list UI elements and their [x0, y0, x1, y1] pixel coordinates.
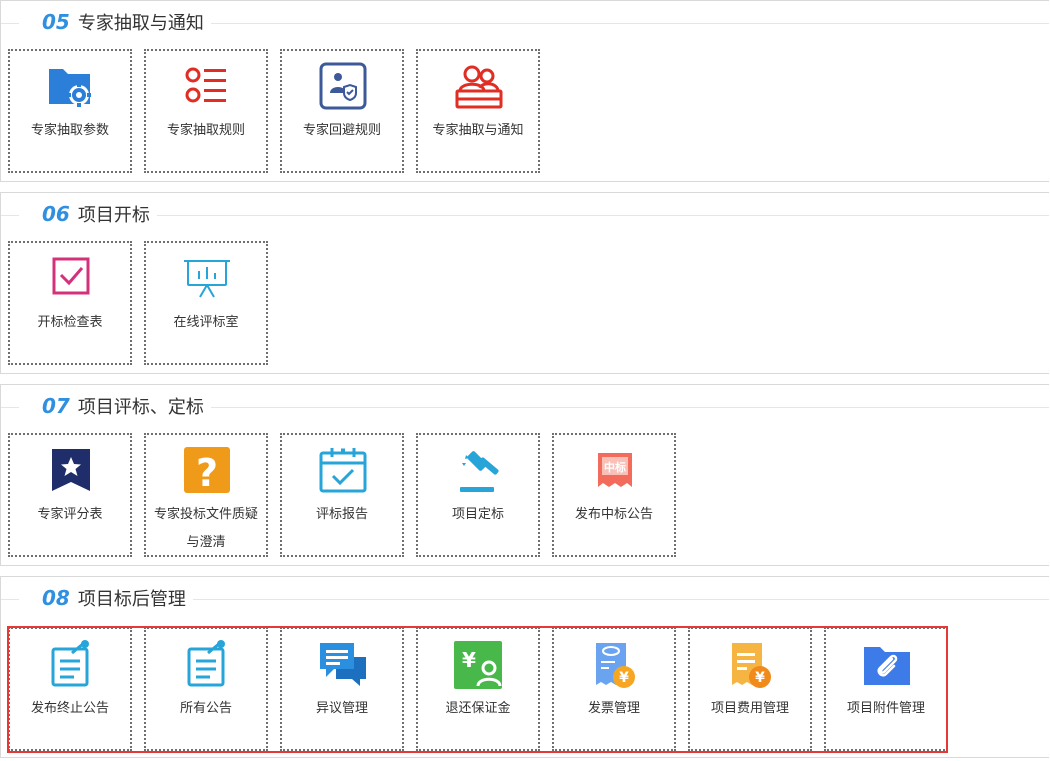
chat-bubbles-icon [316, 639, 370, 693]
tile-label: 在线评标室 [173, 315, 239, 330]
section-header: 08 项目标后管理 [1, 577, 1049, 611]
tile-project-fee-management[interactable]: ¥ 项目费用管理 [688, 627, 812, 751]
tile-invoice-management[interactable]: ¥ 发票管理 [552, 627, 676, 751]
tile-evaluation-report[interactable]: 评标报告 [280, 433, 404, 557]
tile-label: 项目附件管理 [846, 701, 925, 716]
section-evaluation-award: 07 项目评标、定标 专家评分表 ? 专家投标文件质疑与澄清 评标报告 项目定标 … [0, 384, 1049, 566]
deposit-yen-icon: ¥ [452, 639, 506, 693]
tile-online-evaluation-room[interactable]: 在线评标室 [144, 241, 268, 365]
section-title: 项目评标、定标 [77, 397, 204, 418]
gavel-icon [452, 445, 506, 499]
tile-bid-opening-checklist[interactable]: 开标检查表 [8, 241, 132, 365]
svg-text:¥: ¥ [755, 670, 765, 686]
presentation-board-icon [180, 253, 234, 307]
tile-expert-selection-notice[interactable]: 专家抽取与通知 [416, 49, 540, 173]
section-header: 05 专家抽取与通知 [1, 1, 1049, 35]
tile-project-attachment-management[interactable]: 项目附件管理 [824, 627, 948, 751]
tile-label: 项目定标 [451, 507, 504, 522]
star-bookmark-icon [44, 445, 98, 499]
notice-list-icon [180, 639, 234, 693]
tile-project-award[interactable]: 项目定标 [416, 433, 540, 557]
section-number: 07 [42, 394, 70, 418]
section-post-award-management: 08 项目标后管理 发布终止公告 所有公告 异议管理 ¥ 退还保证金 ¥ 发票管理… [0, 576, 1049, 758]
svg-text:¥: ¥ [619, 670, 629, 686]
tile-publish-termination-notice[interactable]: 发布终止公告 [8, 627, 132, 751]
tile-label: 专家抽取与通知 [432, 123, 524, 138]
tile-expert-selection-params[interactable]: 专家抽取参数 [8, 49, 132, 173]
section-title: 项目开标 [77, 205, 150, 226]
folder-gear-icon [44, 61, 98, 115]
tile-deposit-refund[interactable]: ¥ 退还保证金 [416, 627, 540, 751]
section-number: 08 [42, 586, 70, 610]
section-number: 05 [42, 10, 70, 34]
svg-text:¥: ¥ [462, 648, 476, 672]
checkbox-icon [44, 253, 98, 307]
award-badge-text: 中标 [604, 460, 626, 474]
list-icon [180, 61, 234, 115]
attachment-folder-icon [860, 639, 914, 693]
tile-label: 所有公告 [179, 701, 232, 716]
section-title: 项目标后管理 [77, 589, 186, 610]
tile-objection-management[interactable]: 异议管理 [280, 627, 404, 751]
tile-label: 专家投标文件质疑与澄清 [153, 507, 258, 550]
tile-label: 发布中标公告 [574, 507, 653, 522]
calendar-check-icon [316, 445, 370, 499]
section-header: 06 项目开标 [1, 193, 1049, 227]
award-ribbon-icon: 中标 [588, 445, 642, 499]
tile-expert-recusal-rules[interactable]: 专家回避规则 [280, 49, 404, 173]
section-bid-opening: 06 项目开标 开标检查表 在线评标室 [0, 192, 1049, 374]
notice-edit-icon [44, 639, 98, 693]
tile-label: 退还保证金 [445, 701, 511, 716]
tile-label: 评标报告 [315, 507, 368, 522]
section-expert-selection: 05 专家抽取与通知 专家抽取参数 专家抽取规则 专家回避规则 专家抽取与通知 [0, 0, 1049, 182]
tile-label: 专家评分表 [37, 507, 103, 522]
section-header: 07 项目评标、定标 [1, 385, 1049, 419]
question-icon: ? [180, 445, 234, 499]
fee-receipt-icon: ¥ [724, 639, 778, 693]
tile-label: 专家回避规则 [302, 123, 381, 138]
tile-label: 异议管理 [315, 701, 368, 716]
tile-label: 项目费用管理 [710, 701, 789, 716]
tile-expert-selection-rules[interactable]: 专家抽取规则 [144, 49, 268, 173]
tile-publish-award-notice[interactable]: 中标 发布中标公告 [552, 433, 676, 557]
tile-label: 发票管理 [587, 701, 640, 716]
tile-label: 发布终止公告 [30, 701, 109, 716]
tile-bid-doc-query-clarification[interactable]: ? 专家投标文件质疑与澄清 [144, 433, 268, 557]
tile-all-notices[interactable]: 所有公告 [144, 627, 268, 751]
tile-label: 专家抽取参数 [30, 123, 109, 138]
tile-label: 专家抽取规则 [166, 123, 245, 138]
tile-expert-scoring-sheet[interactable]: 专家评分表 [8, 433, 132, 557]
invoice-icon: ¥ [588, 639, 642, 693]
svg-text:?: ? [196, 451, 218, 495]
section-title: 专家抽取与通知 [77, 13, 204, 34]
section-number: 06 [42, 202, 70, 226]
tile-label: 开标检查表 [37, 315, 103, 330]
people-icon [452, 61, 506, 115]
person-shield-icon [316, 61, 370, 115]
